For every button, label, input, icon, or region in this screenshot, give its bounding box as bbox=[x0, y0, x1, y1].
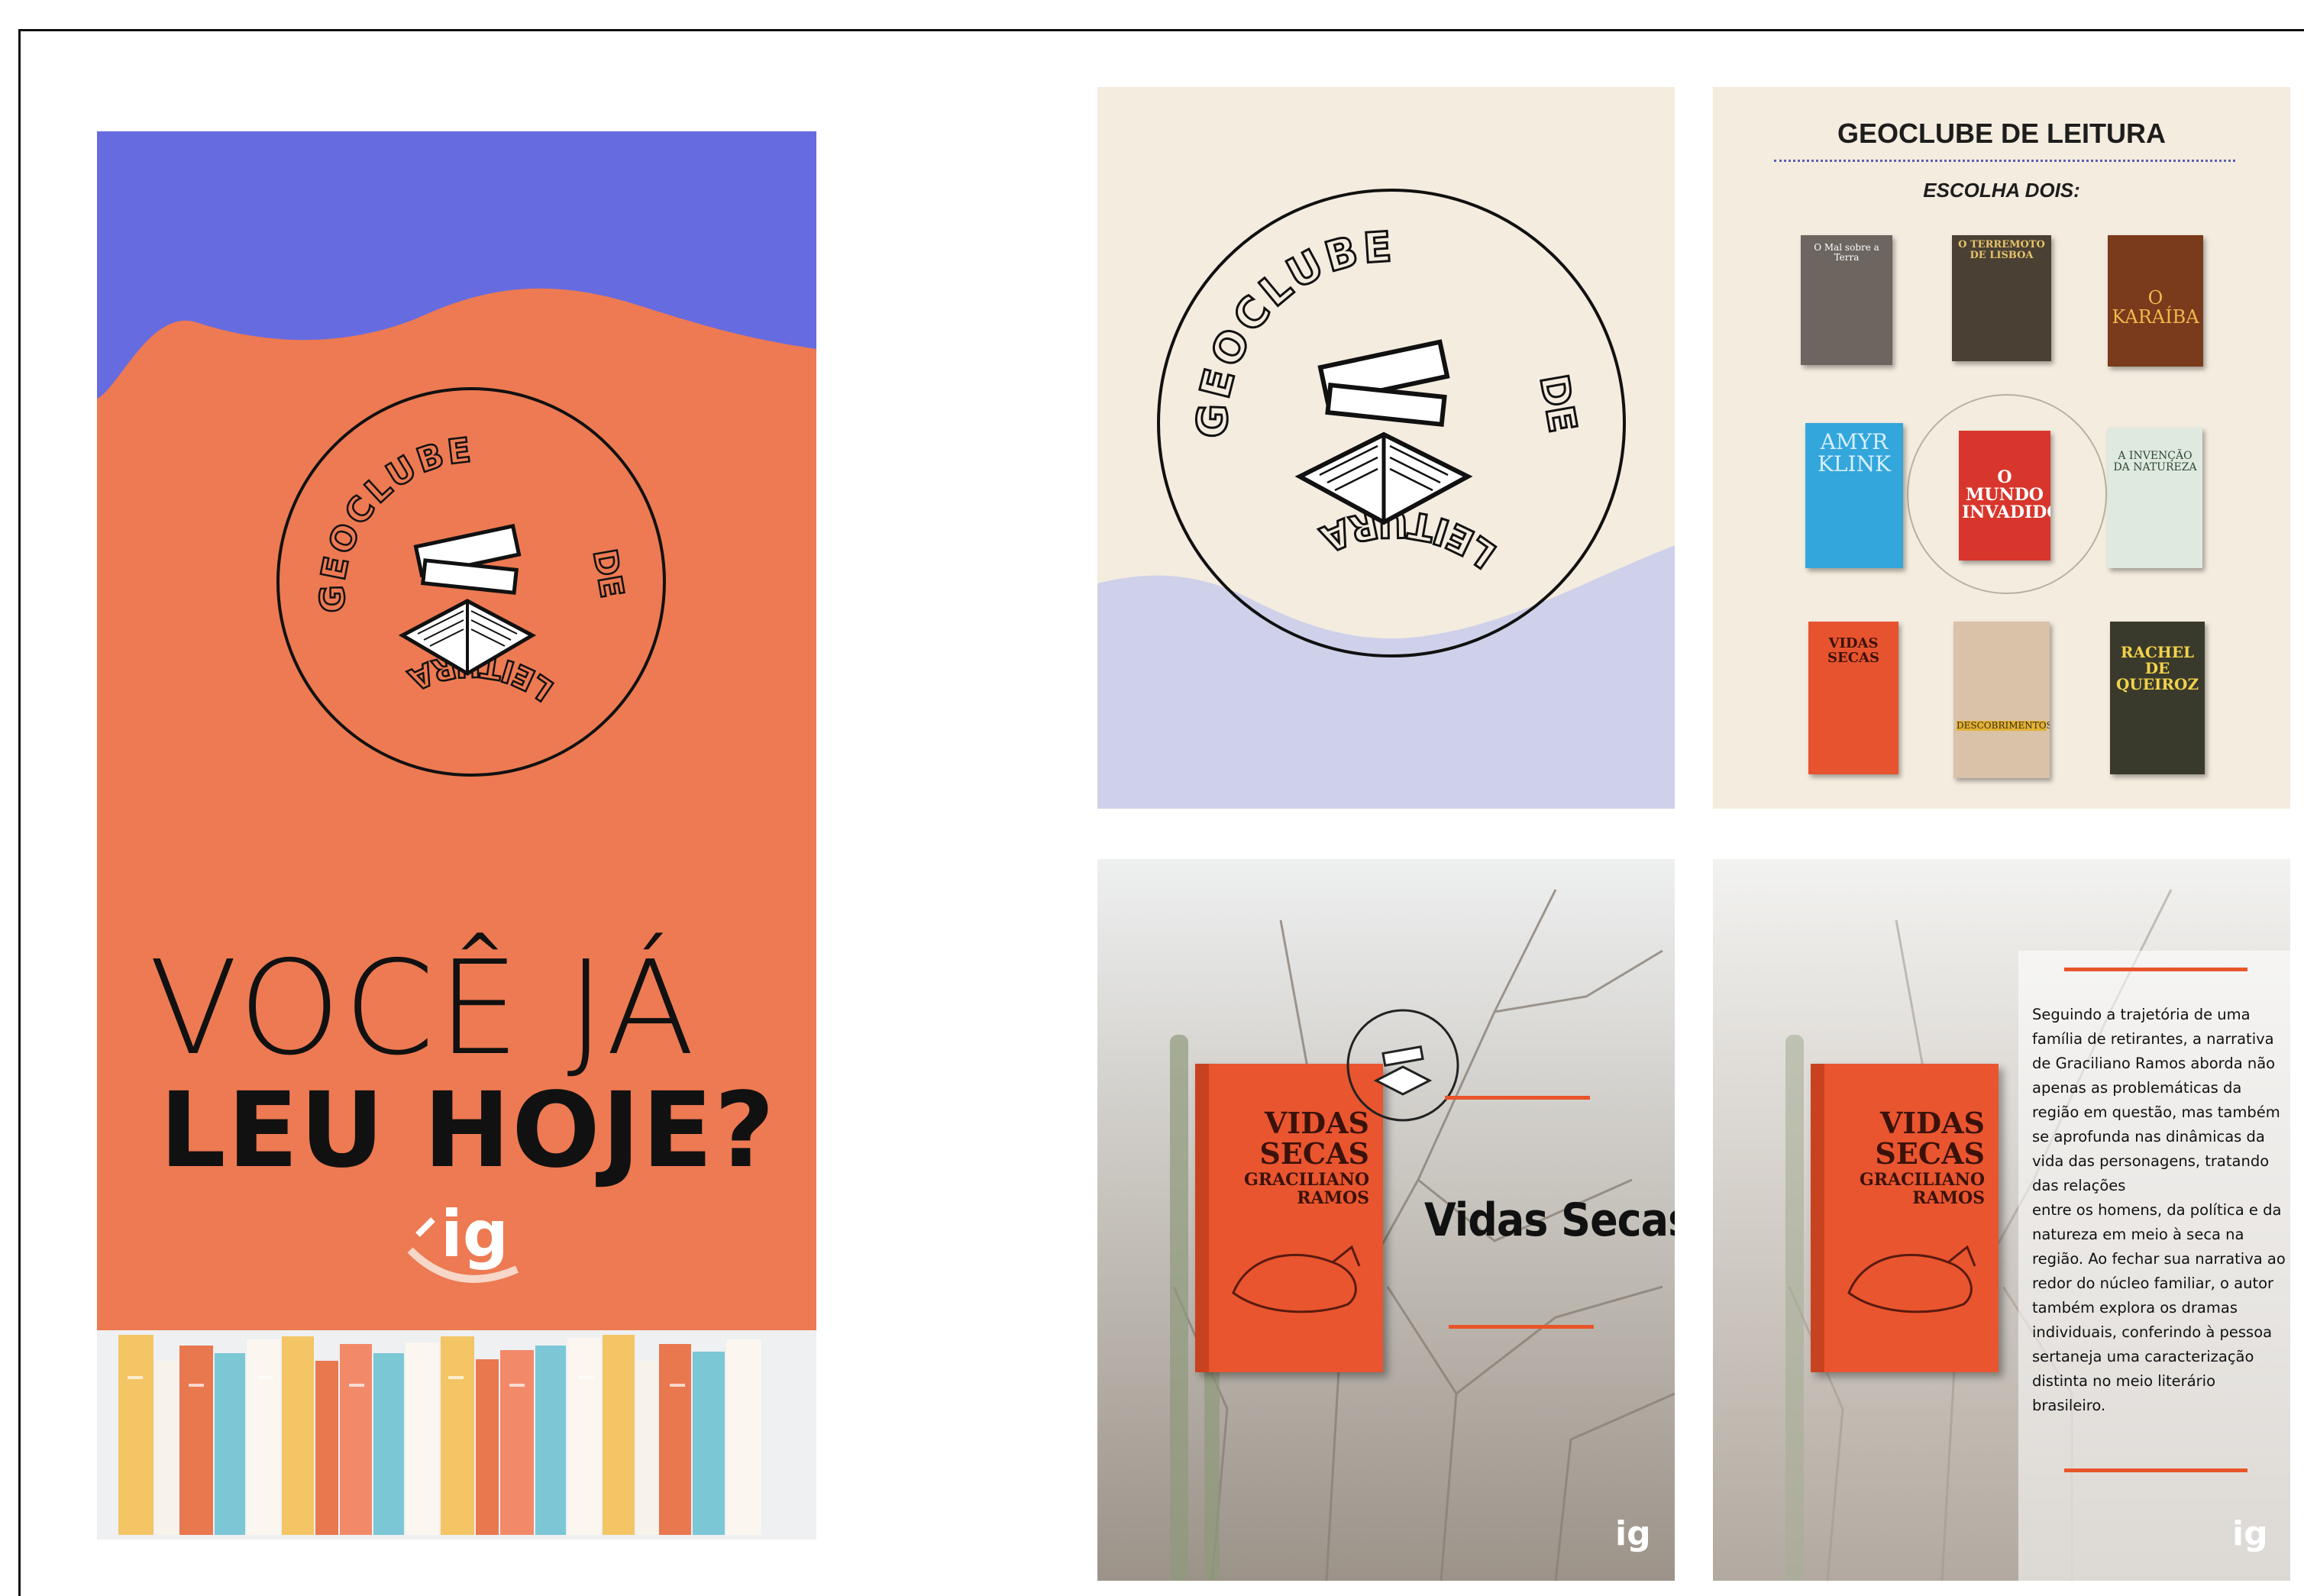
bookshelf bbox=[97, 1330, 816, 1539]
headline-line-2: LEU HOJE? bbox=[160, 1071, 777, 1191]
svg-text:LEITURA: LEITURA bbox=[1312, 502, 1504, 576]
logo-text-right: DE bbox=[586, 546, 631, 600]
book-cover: AMYR KLINK bbox=[1805, 423, 1903, 568]
geoclube-logo: GEOCLUBE DE LEITURA bbox=[276, 387, 666, 777]
headline-line-1: VOCÊ JÁ bbox=[149, 933, 698, 1084]
dog-illustration bbox=[1847, 1245, 1976, 1313]
post-vidas-secas-synopsis: VIDAS SECAS GRACILIANO RAMOS Seguindo a … bbox=[1713, 859, 2290, 1581]
books-icon bbox=[1294, 339, 1473, 525]
post2-subtitle: ESCOLHA DOIS: bbox=[1923, 179, 2080, 202]
blue-wave bbox=[97, 131, 816, 399]
orange-divider-top bbox=[1445, 1096, 1590, 1100]
story-banner: GEOCLUBE DE LEITURA VOCÊ JÁ LEU HOJE? ig bbox=[97, 131, 816, 1539]
post-geoclube-logo: GEOCLUBE DE LEITURA bbox=[1097, 87, 1675, 809]
ig-logo: ig bbox=[2232, 1514, 2268, 1553]
cover-title: VIDAS SECAS bbox=[1875, 1106, 1985, 1171]
book-cover: O KARAÍBA bbox=[2108, 235, 2203, 367]
book-cover: O TERREMOTO DE LISBOA bbox=[1952, 235, 2051, 361]
geoclube-logo: GEOCLUBE DE LEITURA bbox=[1157, 189, 1626, 657]
logo-text-bottom: LEITURA bbox=[1310, 501, 1505, 577]
ig-logo: ig bbox=[1615, 1514, 1651, 1553]
ig-logo: ig bbox=[402, 1197, 525, 1288]
book-cover: RACHEL DE QUEIROZ bbox=[2110, 622, 2205, 774]
post-book-choices: GEOCLUBE DE LEITURA ESCOLHA DOIS: O Mal … bbox=[1713, 87, 2290, 809]
book-cover: O MUNDO INVADIDO bbox=[1959, 431, 2050, 561]
cover-author: GRACILIANO RAMOS bbox=[1859, 1170, 1985, 1208]
logo-text-right: DE bbox=[1531, 371, 1585, 436]
books-icon bbox=[398, 523, 537, 676]
small-geoclube-logo bbox=[1346, 1009, 1459, 1122]
bookshelf-illustration bbox=[118, 1335, 761, 1535]
synopsis-text: Seguindo a trajetória de uma família de … bbox=[2032, 1006, 2286, 1414]
dog-illustration bbox=[1232, 1245, 1361, 1313]
post-vidas-secas-intro: VIDAS SECAS GRACILIANO RAMOS Vidas Secas… bbox=[1097, 859, 1675, 1581]
book-cover: O Mal sobre a Terra bbox=[1801, 235, 1892, 365]
ig-logo-text: ig bbox=[441, 1197, 509, 1271]
orange-divider-bottom bbox=[2064, 1468, 2247, 1472]
orange-divider-top bbox=[2064, 968, 2247, 971]
post2-title: GEOCLUBE DE LEITURA bbox=[1837, 118, 2166, 149]
vidas-secas-cover: VIDAS SECAS GRACILIANO RAMOS bbox=[1811, 1064, 1999, 1372]
book-cover: A INVENÇÃO DA NATUREZA bbox=[2108, 428, 2202, 568]
title-divider bbox=[1774, 160, 2235, 162]
book-cover: DESCOBRIMENTOS bbox=[1953, 622, 2050, 778]
post3-title: Vidas Secas bbox=[1424, 1194, 1675, 1247]
orange-divider-bottom bbox=[1449, 1325, 1594, 1329]
book-cover: VIDAS SECAS bbox=[1808, 622, 1898, 774]
cover-author: GRACILIANO RAMOS bbox=[1243, 1170, 1369, 1208]
